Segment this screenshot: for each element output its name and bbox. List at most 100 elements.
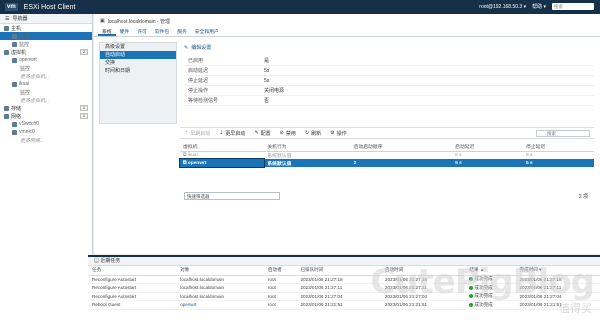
property-row: 停止延迟 5s	[184, 76, 594, 86]
recent-tasks-header[interactable]: ▤ 近期任务	[88, 257, 600, 266]
nav-item[interactable]: ikuai	[0, 80, 92, 88]
column-header[interactable]: 已排队时间	[296, 266, 381, 276]
nav-item[interactable]: 监控	[0, 88, 92, 96]
task-row[interactable]: Reboot Guest openwrt root 2023/01/06 21:21:…	[88, 300, 600, 310]
side-menu-item[interactable]: 交换	[100, 59, 176, 67]
property-value: 是	[264, 58, 270, 64]
navigator-header: ☰ 导航器	[0, 14, 92, 24]
nav-item[interactable]: 监控	[0, 40, 92, 48]
tab[interactable]: 硬件	[116, 28, 134, 36]
table-cell: 2023/01/06 21:27:18	[380, 275, 466, 284]
nav-count-badge: 2	[80, 49, 88, 55]
table-cell: 系统默认值	[264, 159, 351, 167]
recent-tasks-table: 任务 对象 启动者 已排队时间 启动时间 结果 ▲ 完成时间 ▾ Reconfigure A…	[88, 266, 600, 310]
nav-item-label: 虚拟机	[11, 49, 27, 56]
task-row[interactable]: Reconfigure Autostart localhost.localdoma…	[88, 283, 600, 293]
help-menu[interactable]: 帮助 ▾	[532, 3, 546, 10]
vmware-logo: vm	[5, 3, 18, 11]
success-icon	[469, 294, 474, 299]
column-header[interactable]: 任务	[88, 266, 177, 276]
configure-button[interactable]: ✎ 配置	[254, 130, 270, 137]
task-row[interactable]: Reconfigure Autostart localhost.localdoma…	[88, 292, 600, 301]
table-cell: 2023/01/06 21:21:51	[515, 300, 600, 310]
table-cell: 2023/01/06 21:27:04	[296, 292, 381, 301]
nav-item[interactable]: 虚拟机 2	[0, 48, 92, 56]
disable-button[interactable]: ⊘ 禁用	[280, 130, 296, 137]
result-cell: 成功完成	[465, 283, 516, 293]
navigator-panel: ☰ 导航器 主机 管理 监控 虚拟机 2 openwrt 监控 更多虚拟机... ikuai 监控…	[0, 14, 93, 325]
table-search-input[interactable]: 搜索	[536, 130, 590, 137]
property-key: 停止操作	[188, 88, 209, 94]
nav-item-label: ikuai	[19, 81, 30, 87]
global-search-input[interactable]: 搜索	[552, 3, 594, 10]
task-cell: Reconfigure Autostart	[88, 292, 177, 301]
nav-item-label: 主机	[11, 25, 22, 32]
column-header[interactable]: 停止延迟	[523, 142, 594, 152]
task-row[interactable]: Reconfigure Autostart localhost.localdoma…	[88, 275, 600, 284]
table-cell: 2023/01/06 21:27:18	[515, 275, 600, 284]
user-menu[interactable]: root@192.168.50.3 ▾	[479, 4, 526, 10]
nav-item-label: 管理	[19, 33, 30, 40]
tab[interactable]: 安全和用户	[191, 28, 223, 36]
side-menu-item[interactable]: 高级设置	[100, 43, 176, 51]
nav-item[interactable]: vSwitch0	[0, 120, 92, 128]
earlier-start-button[interactable]: ⇡ 早期启动	[184, 130, 210, 137]
target-cell: localhost.localdomain	[176, 292, 264, 301]
table-cell: 2023/01/06 21:27:04	[515, 292, 600, 301]
column-header[interactable]: 关机行为	[264, 142, 351, 152]
nav-item[interactable]: 更多虚拟机...	[0, 72, 92, 80]
column-header[interactable]: 启动启动顺序	[350, 142, 453, 152]
nav-item[interactable]: 网络 1	[0, 112, 92, 120]
pencil-icon: ✎	[254, 130, 259, 136]
column-header[interactable]: 对象	[176, 266, 264, 276]
nav-item[interactable]: 主机	[0, 24, 92, 32]
tab[interactable]: 许可	[133, 28, 151, 36]
edit-settings-link[interactable]: ✎ 编辑设置	[184, 44, 211, 52]
nav-item[interactable]: vmnic0	[0, 128, 92, 136]
vm-name-cell: ⧉ openwrt	[178, 158, 266, 168]
nav-item-label: 监控	[19, 41, 30, 48]
table-cell: 2023/01/06 21:27:11	[296, 283, 381, 293]
tab[interactable]: 系统	[98, 28, 116, 36]
vm-row[interactable]: ⧉ openwrt 系统默认值 2 5 s5 s	[178, 158, 594, 168]
side-menu-item[interactable]: 自动启动	[100, 51, 176, 59]
nav-item-icon	[12, 57, 17, 63]
nav-item-icon	[4, 25, 9, 31]
nav-item[interactable]: 更多虚拟机...	[0, 96, 92, 104]
settings-side-menu: 高级设置 自动启动 交换 时间和日期	[99, 42, 177, 124]
column-header[interactable]: 完成时间 ▾	[515, 266, 600, 276]
column-header[interactable]: 启动者	[263, 266, 297, 276]
nav-item[interactable]: 监控	[0, 64, 92, 72]
target-link: localhost.localdomain	[180, 285, 225, 291]
actions-button[interactable]: ⚙ 操作	[330, 130, 347, 137]
nav-item[interactable]: 更多网络...	[0, 136, 92, 144]
top-bar: vm ESXi Host Client root@192.168.50.3 ▾ …	[0, 0, 600, 14]
target-cell: localhost.localdomain	[176, 283, 264, 293]
table-cell: 2023/01/06 21:27:04	[380, 292, 466, 301]
nav-item[interactable]: openwrt	[0, 56, 92, 64]
quick-filter-select[interactable]: 快速筛选器	[184, 192, 280, 200]
up-arrow-icon: ⇡	[184, 130, 189, 136]
tab[interactable]: 软件包	[151, 28, 173, 36]
property-row: 停止操作 关闭电源	[184, 86, 594, 96]
nav-item-label: 更多网络...	[20, 137, 45, 144]
refresh-button[interactable]: ↻ 刷新	[305, 130, 321, 137]
vm-row[interactable]: ⧉ ikuai 系统默认值 5 s 5 s	[180, 151, 594, 159]
property-key: 已启用	[188, 58, 204, 64]
column-header[interactable]: 启动延迟	[452, 142, 524, 152]
column-header[interactable]: 结果 ▲	[465, 266, 516, 276]
table-cell: 5 s	[452, 159, 524, 167]
side-menu-item[interactable]: 时间和日期	[100, 67, 176, 75]
target-cell: openwrt	[176, 300, 264, 310]
column-header[interactable]: 启动时间	[380, 266, 466, 276]
property-value: 否	[264, 98, 270, 104]
nav-item[interactable]: 存储 1	[0, 104, 92, 112]
table-cell: root	[263, 275, 297, 284]
later-start-button[interactable]: ⇣ 更早启动	[219, 130, 245, 137]
nav-item-label: openwrt	[19, 57, 37, 63]
column-header[interactable]: 虚拟机	[180, 142, 265, 152]
target-link[interactable]: openwrt	[180, 302, 196, 307]
tab[interactable]: 服务	[173, 28, 191, 36]
result-cell: 成功完成	[465, 275, 516, 284]
nav-item[interactable]: 管理	[0, 32, 92, 40]
